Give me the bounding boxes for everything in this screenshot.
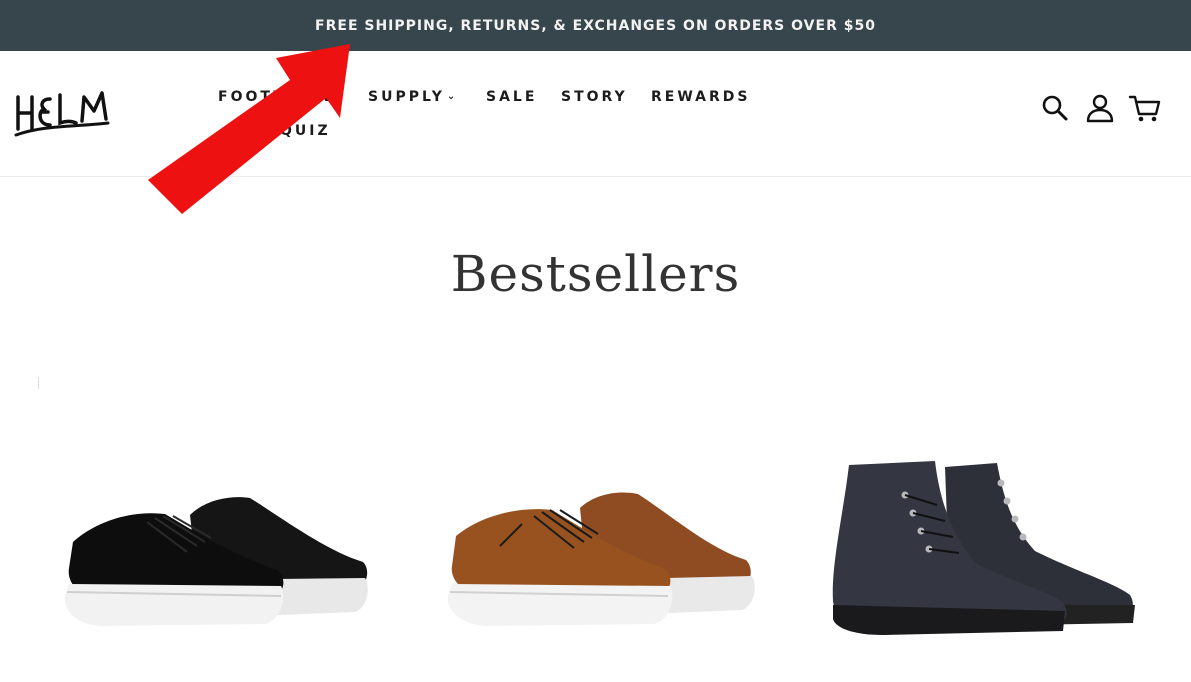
nav-story-label: STORY [561,89,628,105]
site-header: FOOTWEAR SUPPLY ⌄ SALE STORY REWARDS QUIZ [0,51,1191,177]
cart-icon[interactable] [1128,91,1162,125]
product-card-brown-sneaker[interactable] [440,480,760,640]
product-card-black-boot[interactable] [825,455,1155,645]
nav-sale[interactable]: SALE [486,89,537,105]
nav-rewards-label: REWARDS [651,89,751,105]
search-icon[interactable] [1038,91,1072,125]
helm-logo[interactable] [14,85,110,143]
announcement-bar: FREE SHIPPING, RETURNS, & EXCHANGES ON O… [0,0,1191,51]
announcement-text: FREE SHIPPING, RETURNS, & EXCHANGES ON O… [315,17,876,34]
nav-footwear[interactable]: FOOTWEAR [218,89,332,105]
nav-rewards[interactable]: REWARDS [651,89,750,105]
chevron-down-icon: ⌄ [446,91,456,102]
nav-story[interactable]: STORY [561,89,628,105]
nav-supply[interactable]: SUPPLY ⌄ [368,89,455,105]
product-card-black-sneaker[interactable] [55,480,375,640]
nav-footwear-label: FOOTWEAR [218,89,332,105]
account-icon[interactable] [1083,91,1117,125]
section-title: Bestsellers [450,245,741,303]
nav-quiz-label: QUIZ [280,123,331,139]
nav-quiz[interactable]: QUIZ [280,123,331,139]
nav-sale-label: SALE [486,89,538,105]
nav-supply-label: SUPPLY [368,89,445,105]
carousel-divider [38,377,39,389]
